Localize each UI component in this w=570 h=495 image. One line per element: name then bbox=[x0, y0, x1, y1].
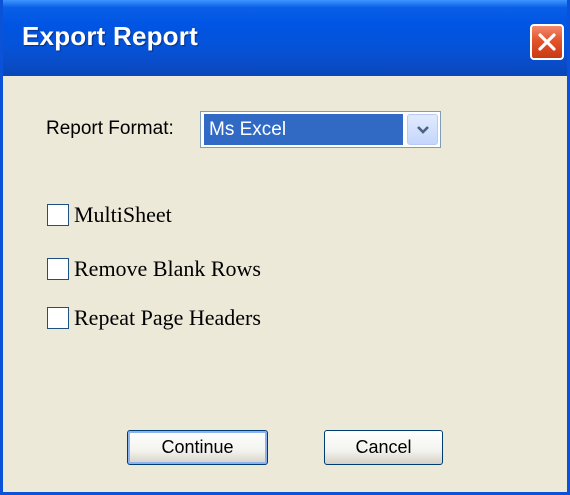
report-format-select[interactable]: Ms Excel bbox=[200, 111, 441, 148]
chevron-down-icon bbox=[417, 126, 429, 134]
report-format-value: Ms Excel bbox=[204, 114, 403, 145]
dropdown-button[interactable] bbox=[407, 114, 438, 145]
report-format-label: Report Format: bbox=[46, 118, 174, 139]
title-bar[interactable]: Export Report bbox=[3, 0, 567, 76]
repeat-page-headers-label: Repeat Page Headers bbox=[74, 305, 261, 330]
continue-button[interactable]: Continue bbox=[127, 430, 268, 465]
multisheet-label: MultiSheet bbox=[74, 202, 172, 227]
close-button[interactable] bbox=[530, 24, 564, 60]
multisheet-checkbox[interactable] bbox=[47, 204, 69, 226]
cancel-button[interactable]: Cancel bbox=[324, 430, 443, 465]
repeat-page-headers-checkbox[interactable] bbox=[47, 307, 69, 329]
remove-blank-rows-checkbox[interactable] bbox=[47, 258, 69, 280]
dialog-title: Export Report bbox=[22, 21, 198, 51]
remove-blank-rows-label: Remove Blank Rows bbox=[74, 256, 261, 281]
close-icon bbox=[538, 33, 556, 51]
export-report-dialog: Export Report Report Format: Ms Excel Mu… bbox=[0, 0, 570, 495]
